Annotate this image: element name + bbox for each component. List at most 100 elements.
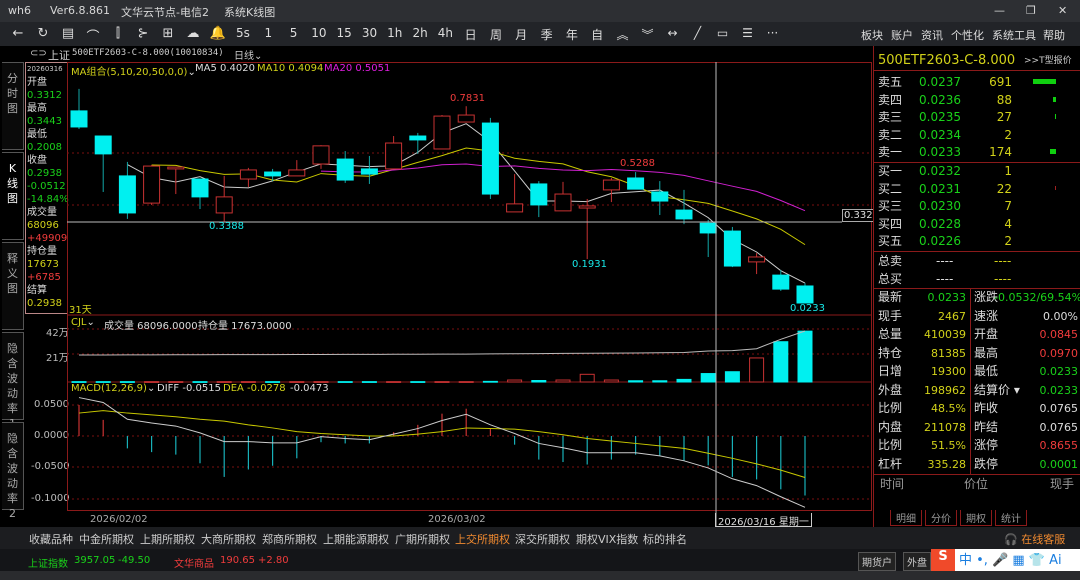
exchange-tab[interactable]: 上期能源期权	[323, 531, 389, 547]
menu-item[interactable]: 个性化	[951, 27, 984, 43]
exchange-tab[interactable]: 深交所期权	[515, 531, 570, 547]
table-icon[interactable]: ▤	[58, 26, 78, 41]
menu-item[interactable]: 系统工具	[992, 27, 1036, 43]
candle[interactable]	[191, 178, 209, 210]
expand-icon[interactable]: ↔	[663, 26, 683, 40]
view-tab[interactable]: 隐含波动率1	[2, 332, 24, 430]
period-button[interactable]: 年	[562, 26, 582, 43]
menu-item[interactable]: 账户	[891, 27, 913, 43]
candle[interactable]	[409, 132, 427, 154]
view-tab[interactable]: 分时图	[2, 62, 24, 150]
candle[interactable]	[481, 117, 499, 199]
maximize-button[interactable]: ❐	[1026, 4, 1036, 17]
candle[interactable]	[602, 177, 620, 203]
period-button[interactable]: 日	[461, 26, 481, 43]
macd-legend-dropdown[interactable]: MACD(12,26,9)⌄	[71, 383, 155, 394]
candle[interactable]	[215, 175, 233, 222]
order-price[interactable]: 0.0232	[919, 163, 961, 180]
candle[interactable]	[651, 181, 669, 216]
split-icon[interactable]: ⊱	[133, 26, 153, 41]
view-tab[interactable]: K线图	[2, 152, 24, 240]
list-icon[interactable]: ☰	[738, 26, 758, 40]
draw-line-icon[interactable]: ╱	[688, 26, 708, 40]
candle[interactable]	[530, 181, 548, 218]
bell-icon[interactable]: 🔔	[208, 26, 228, 41]
period-dropdown[interactable]: 日线⌄	[234, 47, 262, 62]
period-button[interactable]: 5	[284, 26, 304, 40]
period-button[interactable]: 周	[486, 26, 506, 43]
back-icon[interactable]: ←	[8, 26, 28, 41]
online-service-button[interactable]: 🎧 在线客服	[1004, 531, 1065, 547]
period-button[interactable]: 5s	[233, 26, 253, 40]
view-tab[interactable]: 隐含波动率2	[2, 422, 24, 520]
order-price[interactable]: 0.0228	[919, 216, 961, 233]
quote-tab[interactable]: 期权	[960, 510, 992, 526]
period-button[interactable]: 月	[511, 26, 531, 43]
t-quote-link[interactable]: >>T型报价	[1024, 53, 1072, 70]
candle-icon[interactable]: ⫿	[108, 26, 128, 41]
period-button[interactable]: 10	[309, 26, 329, 40]
period-button[interactable]: 1h	[385, 26, 405, 40]
candle[interactable]	[118, 161, 136, 219]
chevrons-down-icon[interactable]: ︾	[638, 26, 658, 43]
line-chart-icon[interactable]: ⌒	[83, 26, 103, 45]
futures-account-button[interactable]: 期货户	[858, 552, 896, 571]
volume-legend-dropdown[interactable]: CJL⌄	[71, 317, 95, 328]
menu-item[interactable]: 资讯	[921, 27, 943, 43]
menu-item[interactable]: 帮助	[1043, 27, 1065, 43]
period-button[interactable]: 2h	[410, 26, 430, 40]
exchange-tab[interactable]: 标的排名	[643, 531, 687, 547]
candle[interactable]	[70, 88, 88, 130]
candle[interactable]	[627, 172, 645, 190]
more-icon[interactable]: ···	[763, 26, 783, 40]
period-button[interactable]: 自	[587, 26, 607, 43]
candle[interactable]	[554, 181, 572, 212]
exchange-tab[interactable]: 郑商所期权	[262, 531, 317, 547]
exchange-tab[interactable]: 收藏品种	[29, 531, 73, 547]
cloud-icon[interactable]: ☁	[183, 26, 203, 41]
exchange-tab[interactable]: 期权VIX指数	[576, 531, 638, 547]
period-button[interactable]: 4h	[435, 26, 455, 40]
order-price[interactable]: 0.0236	[919, 92, 961, 109]
order-price[interactable]: 0.0231	[919, 181, 961, 198]
candle[interactable]	[457, 106, 475, 123]
exchange-tab[interactable]: 大商所期权	[201, 531, 256, 547]
candle[interactable]	[336, 151, 354, 183]
period-button[interactable]: 30	[360, 26, 380, 40]
link-icon[interactable]: ⊂⊃	[30, 48, 47, 59]
candle[interactable]	[796, 283, 814, 304]
candle[interactable]	[506, 174, 524, 213]
order-price[interactable]: 0.0234	[919, 127, 961, 144]
menu-item[interactable]: 板块	[861, 27, 883, 43]
order-price[interactable]: 0.0230	[919, 198, 961, 215]
candle[interactable]	[578, 198, 596, 260]
quote-tab[interactable]: 明细	[890, 510, 922, 526]
exchange-tab[interactable]: 中金所期权	[79, 531, 134, 547]
candle[interactable]	[288, 160, 306, 177]
chevrons-up-icon[interactable]: ︽	[613, 26, 633, 43]
view-tab[interactable]: 释义图	[2, 242, 24, 330]
exchange-tab[interactable]: 广期所期权	[395, 531, 450, 547]
refresh-icon[interactable]: ↻	[33, 26, 53, 41]
candle[interactable]	[143, 165, 161, 205]
period-button[interactable]: 季	[537, 26, 557, 43]
candle[interactable]	[433, 115, 451, 150]
exchange-tab[interactable]: 上期所期权	[140, 531, 195, 547]
period-button[interactable]: 1	[258, 26, 278, 40]
order-price[interactable]: 0.0237	[919, 74, 961, 91]
foreign-market-button[interactable]: 外盘	[903, 552, 931, 571]
quote-tab[interactable]: 统计	[995, 510, 1027, 526]
minimize-button[interactable]: —	[994, 4, 1005, 17]
candle[interactable]	[239, 167, 257, 188]
candle[interactable]	[94, 135, 112, 192]
close-button[interactable]: ✕	[1058, 4, 1067, 17]
period-button[interactable]: 15	[334, 26, 354, 40]
quote-tab[interactable]: 分价	[925, 510, 957, 526]
ma-legend-dropdown[interactable]: MA组合(5,10,20,50,0,0)⌄	[71, 63, 196, 78]
order-price[interactable]: 0.0235	[919, 109, 961, 126]
candle[interactable]	[360, 155, 378, 184]
kline-chart[interactable]	[67, 62, 873, 527]
order-price[interactable]: 0.0226	[919, 233, 961, 250]
ime-toolbar[interactable]: S中 •, 🎤 ▦ 👕 Ai	[931, 549, 1080, 571]
panel-icon[interactable]: ⊞	[158, 26, 178, 41]
